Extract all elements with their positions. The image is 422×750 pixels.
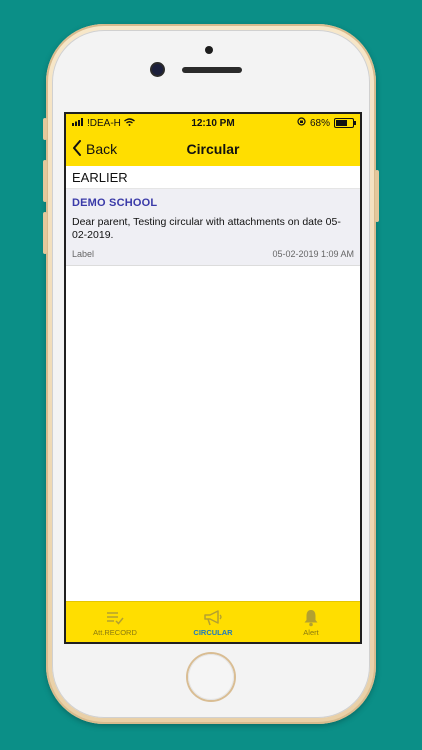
bell-icon <box>303 608 319 628</box>
battery-fill <box>336 120 347 126</box>
chevron-left-icon <box>72 139 82 159</box>
circular-label: Label <box>72 249 95 259</box>
tab-bar: Att.RECORD CIRCULAR Alert <box>66 601 360 642</box>
wifi-icon <box>123 117 135 129</box>
earpiece-speaker <box>182 67 242 73</box>
battery-percent: 68% <box>309 117 330 129</box>
status-bar: !DEA-H 12:10 PM 68% <box>66 114 360 132</box>
proximity-sensor <box>205 46 213 54</box>
attendance-record-icon <box>105 608 125 628</box>
back-label: Back <box>86 141 118 157</box>
tab-att-record[interactable]: Att.RECORD <box>66 602 164 642</box>
tab-label: CIRCULAR <box>193 627 233 637</box>
back-button[interactable]: Back <box>66 139 118 159</box>
school-name: DEMO SCHOOL <box>72 197 158 209</box>
home-button[interactable] <box>188 654 234 700</box>
side-button-power <box>375 170 379 222</box>
signal-icon <box>72 117 84 129</box>
side-button-mute <box>43 118 47 140</box>
circular-message: Dear parent, Testing circular with attac… <box>72 216 341 241</box>
front-camera-icon <box>152 64 163 75</box>
megaphone-icon <box>202 608 224 628</box>
circular-timestamp: 05-02-2019 1:09 AM <box>272 249 354 259</box>
tab-alert[interactable]: Alert <box>262 602 360 642</box>
carrier-name: !DEA-H <box>87 117 121 129</box>
tab-circular[interactable]: CIRCULAR <box>164 602 262 642</box>
app-screen: !DEA-H 12:10 PM 68% Back Circular EARLIE… <box>64 112 362 644</box>
orientation-lock-icon <box>297 117 306 129</box>
side-button-volume-up <box>43 160 47 202</box>
tab-label: Att.RECORD <box>93 627 137 637</box>
battery-icon <box>334 118 356 128</box>
navigation-bar: Back Circular <box>66 132 360 166</box>
tab-label: Alert <box>303 627 319 637</box>
circular-item[interactable]: DEMO SCHOOL Dear parent, Testing circula… <box>66 189 360 266</box>
side-button-volume-down <box>43 212 47 254</box>
section-header: EARLIER <box>66 166 360 189</box>
